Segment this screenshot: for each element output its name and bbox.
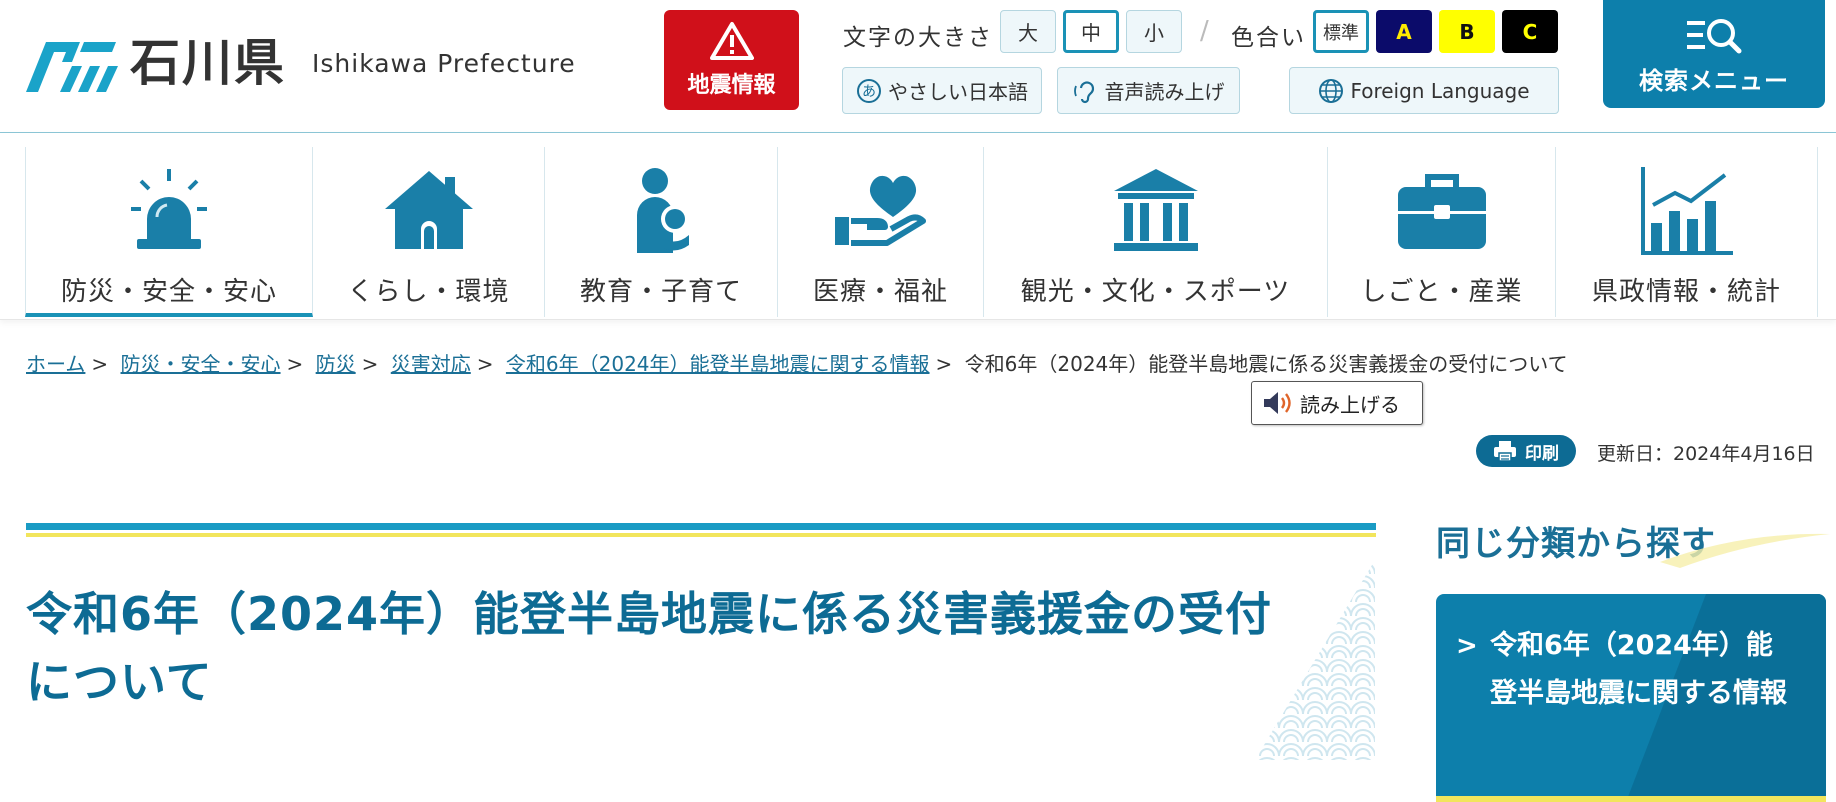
- speaker-icon: [1264, 392, 1291, 414]
- print-button[interactable]: 印刷: [1476, 435, 1576, 467]
- print-label: 印刷: [1525, 443, 1559, 464]
- title-bar-yellow: [26, 533, 1376, 537]
- logo-english-text: Ishikawa Prefecture: [312, 48, 576, 78]
- hiragana-a-icon: あ: [857, 78, 881, 103]
- nav-item-work-industry[interactable]: しごと・産業: [1328, 147, 1556, 317]
- global-nav: 防災・安全・安心 くらし・環境 教育・子育て 医療・福祉 観光・文化・スポーツ …: [0, 133, 1836, 320]
- ishikawa-logo-mark-icon: [26, 42, 118, 92]
- search-menu-button[interactable]: 検索メニュー: [1603, 0, 1825, 108]
- side-link-label: 令和6年（2024年）能登半島地震に関する情報: [1490, 630, 1787, 709]
- breadcrumb: ホーム > 防災・安全・安心 > 防災 > 災害対応 > 令和6年（2024年）能登半島…: [26, 348, 1568, 377]
- breadcrumb-link-disaster-safety[interactable]: 防災・安全・安心: [121, 352, 281, 376]
- warning-icon: [709, 22, 754, 60]
- house-icon: [384, 171, 473, 249]
- heart-hand-icon: [834, 175, 926, 246]
- breadcrumb-separator: >: [286, 352, 304, 376]
- voice-readout-label: 音声読み上げ: [1104, 80, 1225, 104]
- globe-icon: [1319, 78, 1344, 103]
- nav-label: 観光・文化・スポーツ: [1020, 277, 1291, 307]
- font-size-medium-button[interactable]: 中: [1063, 10, 1119, 53]
- nav-item-medical-welfare[interactable]: 医療・福祉: [778, 147, 984, 317]
- easy-japanese-label: やさしい日本語: [888, 80, 1028, 104]
- site-logo[interactable]: 石川県 Ishikawa Prefecture: [26, 34, 576, 92]
- search-menu-label: 検索メニュー: [1639, 66, 1789, 95]
- breadcrumb-current: 令和6年（2024年）能登半島地震に係る災害義援金の受付について: [964, 352, 1568, 376]
- color-standard-button[interactable]: 標準: [1313, 10, 1369, 53]
- foreign-language-label: Foreign Language: [1350, 78, 1530, 103]
- color-a-button[interactable]: A: [1376, 10, 1432, 53]
- color-c-button[interactable]: C: [1502, 10, 1558, 53]
- breadcrumb-separator: >: [91, 352, 109, 376]
- nav-label: 防災・安全・安心: [60, 277, 277, 307]
- page-title: 令和6年（2024年）能登半島地震に係る災害義援金の受付について: [26, 587, 1273, 709]
- search-menu-icon: [1687, 18, 1742, 53]
- easy-japanese-button[interactable]: あ やさしい日本語: [842, 67, 1042, 114]
- divider-slash: /: [1200, 16, 1209, 46]
- heading-swoosh-decoration: [1660, 533, 1830, 568]
- read-aloud-button[interactable]: 読み上げる: [1251, 381, 1423, 425]
- chevron-right-icon: >: [1456, 631, 1478, 661]
- nav-label: 教育・子育て: [579, 277, 742, 307]
- nav-item-disaster-safety[interactable]: 防災・安全・安心: [25, 147, 313, 317]
- nav-label: 医療・福祉: [812, 277, 948, 307]
- font-size-large-button[interactable]: 大: [1000, 10, 1056, 53]
- color-scheme-label: 色合い: [1231, 25, 1306, 51]
- printer-icon: [1494, 441, 1516, 462]
- nav-label: くらし・環境: [347, 277, 510, 307]
- breadcrumb-link-disaster-response[interactable]: 災害対応: [391, 352, 471, 376]
- nav-label: しごと・産業: [1360, 277, 1523, 307]
- breadcrumb-link-disaster-prevention[interactable]: 防災: [316, 352, 356, 376]
- siren-icon: [131, 169, 207, 249]
- breadcrumb-separator: >: [361, 352, 379, 376]
- read-aloud-label: 読み上げる: [1300, 392, 1400, 417]
- breadcrumb-link-home[interactable]: ホーム: [26, 352, 85, 376]
- font-size-label: 文字の大きさ: [843, 25, 993, 51]
- briefcase-icon: [1397, 174, 1486, 249]
- side-category-box: > 令和6年（2024年）能登半島地震に関する情報: [1436, 594, 1826, 802]
- voice-readout-button[interactable]: 音声読み上げ: [1057, 67, 1240, 114]
- breadcrumb-separator: >: [476, 352, 494, 376]
- breadcrumb-link-noto-earthquake[interactable]: 令和6年（2024年）能登半島地震に関する情報: [506, 352, 930, 376]
- logo-japanese-text: 石川県: [130, 34, 286, 92]
- ear-icon: [1073, 81, 1094, 103]
- earthquake-info-button[interactable]: 地震情報: [664, 10, 799, 110]
- nav-item-tourism-culture-sports[interactable]: 観光・文化・スポーツ: [984, 147, 1328, 317]
- museum-icon: [1113, 169, 1198, 251]
- site-header: 石川県 Ishikawa Prefecture 地震情報 文字の大きさ 大 中 …: [0, 0, 1836, 133]
- nav-item-government-statistics[interactable]: 県政情報・統計: [1556, 147, 1818, 317]
- font-size-small-button[interactable]: 小: [1126, 10, 1182, 53]
- title-bar-blue: [26, 523, 1376, 530]
- foreign-language-button[interactable]: Foreign Language: [1289, 67, 1559, 114]
- nav-item-education-childcare[interactable]: 教育・子育て: [545, 147, 778, 317]
- parent-child-icon: [637, 168, 689, 253]
- svg-text:あ: あ: [862, 84, 876, 100]
- nav-label: 県政情報・統計: [1591, 277, 1781, 307]
- side-link-noto-earthquake[interactable]: > 令和6年（2024年）能登半島地震に関する情報: [1456, 622, 1796, 718]
- nav-item-living-environment[interactable]: くらし・環境: [313, 147, 545, 317]
- updated-date: 更新日：2024年4月16日: [1597, 443, 1815, 465]
- color-b-button[interactable]: B: [1439, 10, 1495, 53]
- bar-chart-icon: [1640, 167, 1733, 255]
- side-box-yellow-bar: [1436, 796, 1826, 802]
- breadcrumb-separator: >: [935, 352, 953, 376]
- earthquake-info-label: 地震情報: [687, 73, 776, 98]
